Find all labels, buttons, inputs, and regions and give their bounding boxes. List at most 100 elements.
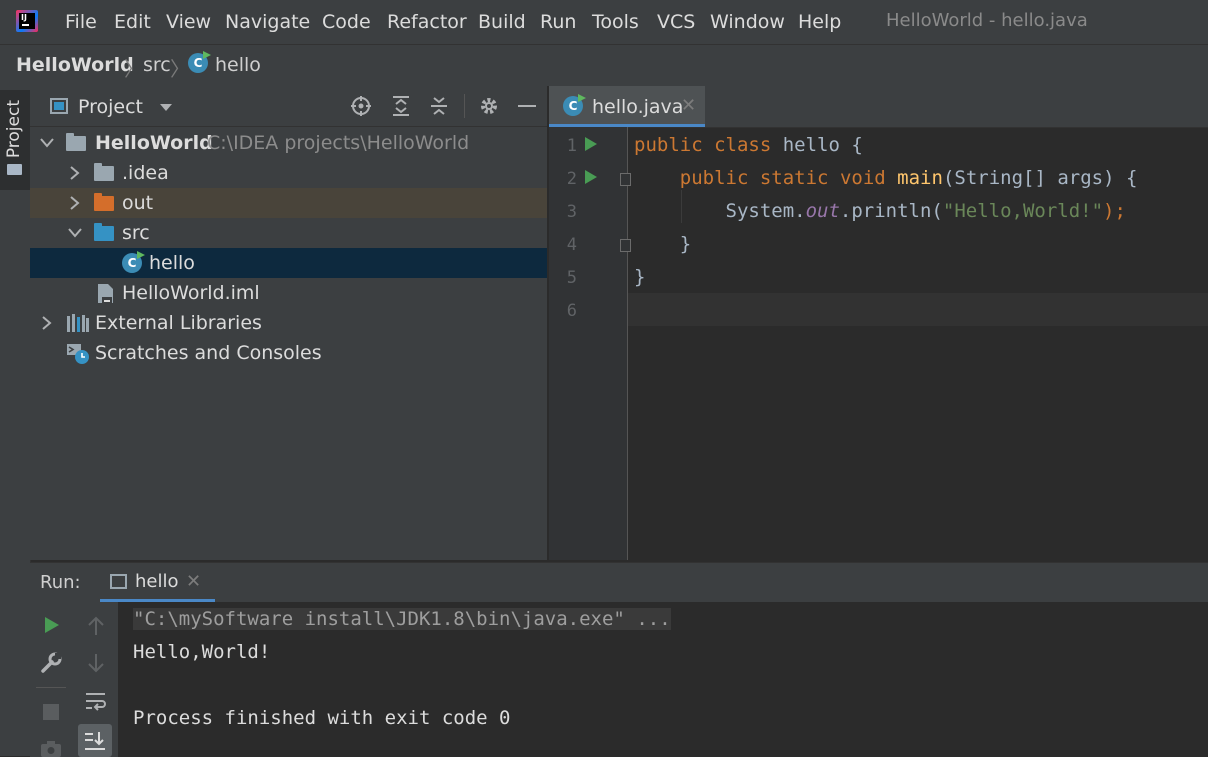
menu-edit[interactable]: Edit (114, 11, 151, 33)
project-view-icon (50, 98, 68, 114)
breadcrumb-hello[interactable]: hello (215, 54, 261, 76)
tree-row-scratches[interactable]: Scratches and Consoles (30, 338, 547, 368)
tree-row-external-libraries[interactable]: External Libraries (30, 308, 547, 338)
run-tab-hello[interactable]: hello ✕ (100, 563, 215, 602)
editor-tab-label: hello.java (592, 96, 684, 118)
menu-help[interactable]: Help (798, 11, 841, 33)
arrow-down-icon[interactable] (87, 653, 105, 673)
rerun-icon[interactable] (43, 616, 61, 634)
tree-row-src[interactable]: src (30, 218, 547, 248)
project-panel-title[interactable]: Project (78, 96, 143, 118)
menu-code[interactable]: Code (322, 11, 371, 33)
tree-row-iml[interactable]: HelloWorld.iml (30, 278, 547, 308)
excluded-folder-icon (94, 193, 114, 211)
run-panel-header: Run: hello ✕ (30, 563, 1208, 602)
libraries-icon (67, 314, 89, 332)
logo-text: IJ (21, 13, 27, 22)
project-path: C:\IDEA projects\HelloWorld (207, 132, 470, 154)
fold-icon[interactable] (620, 239, 631, 252)
menu-view[interactable]: View (166, 11, 211, 33)
chevron-down-icon[interactable] (68, 228, 82, 238)
code-line-3[interactable]: System.out.println("Hello,World!"); (634, 200, 1126, 222)
tree-row-project-root[interactable]: HelloWorld C:\IDEA projects\HelloWorld (30, 128, 547, 158)
tree-label: Scratches and Consoles (95, 342, 322, 364)
code-line-5[interactable]: } (634, 266, 645, 288)
menu-file[interactable]: File (65, 11, 97, 33)
menu-tools[interactable]: Tools (592, 11, 639, 33)
breadcrumb-separator-icon: 〉 (170, 57, 190, 81)
menu-run[interactable]: Run (540, 11, 576, 33)
scratches-icon (67, 344, 89, 364)
run-tab-label: hello (135, 571, 179, 592)
code-text: hello { (771, 134, 863, 156)
editor-tab-bar: C hello.java ✕ (549, 86, 1208, 128)
tree-row-hello[interactable]: C hello (30, 248, 547, 278)
code-text: ); (1103, 200, 1126, 222)
gear-icon[interactable] (478, 95, 500, 117)
run-panel-title: Run: (40, 572, 81, 593)
tree-label: .idea (122, 162, 169, 184)
fold-icon[interactable] (620, 173, 631, 186)
console-icon (110, 574, 127, 589)
code-line-4[interactable]: } (634, 233, 691, 255)
chevron-down-icon[interactable] (40, 138, 54, 148)
code-editor: C hello.java ✕ 1 2 3 4 5 6 public class … (549, 86, 1208, 560)
breadcrumb-project[interactable]: HelloWorld (16, 54, 134, 76)
wrench-icon[interactable] (40, 652, 62, 674)
code-keyword: void (839, 167, 886, 189)
toolbar-divider (36, 687, 66, 688)
chevron-right-icon[interactable] (42, 316, 52, 330)
project-panel-header: Project (30, 86, 547, 127)
minimize-icon[interactable] (516, 95, 538, 117)
module-folder-icon (66, 133, 86, 151)
java-class-icon: C (122, 253, 142, 273)
locate-icon[interactable] (350, 95, 372, 117)
run-gutter-icon[interactable] (585, 137, 597, 151)
code-keyword: class (714, 134, 772, 156)
arrow-up-icon[interactable] (87, 616, 105, 636)
source-folder-icon (94, 223, 114, 241)
run-gutter-icon[interactable] (585, 170, 597, 184)
menu-window[interactable]: Window (710, 11, 785, 33)
menu-navigate[interactable]: Navigate (225, 11, 310, 33)
close-icon[interactable]: ✕ (681, 95, 696, 116)
tree-label: out (122, 192, 154, 214)
expand-all-icon[interactable] (390, 95, 412, 117)
window-title: HelloWorld - hello.java (886, 10, 1088, 31)
code-text: .println( (839, 200, 943, 222)
console-output-line: Hello,World! (133, 641, 271, 663)
scroll-to-end-button[interactable] (78, 724, 112, 757)
project-panel: Project HelloWorld C:\IDEA projects\Hell… (30, 86, 547, 560)
tree-row-out[interactable]: out (30, 188, 547, 218)
tree-row-idea[interactable]: .idea (30, 158, 547, 188)
stop-icon[interactable] (42, 703, 60, 721)
code-line-1[interactable]: public class hello { (634, 134, 863, 156)
console-output[interactable]: "C:\mySoftware install\JDK1.8\bin\java.e… (118, 602, 1208, 757)
code-keyword: static (759, 167, 829, 189)
tree-label: HelloWorld.iml (122, 282, 260, 304)
tree-label: External Libraries (95, 312, 262, 334)
code-line-2[interactable]: public static void main(String[] args) { (634, 167, 1138, 189)
breadcrumb: HelloWorld 〉 src 〉 C hello (0, 45, 1208, 87)
tree-label: hello (149, 252, 195, 274)
chevron-right-icon[interactable] (70, 196, 80, 210)
project-stripe-label: Project (4, 100, 24, 159)
soft-wrap-icon[interactable] (85, 691, 107, 711)
toolbar-divider (464, 94, 465, 118)
camera-icon[interactable] (40, 740, 62, 757)
collapse-all-icon[interactable] (428, 95, 450, 117)
menu-refactor[interactable]: Refactor (387, 11, 467, 33)
line-number: 3 (566, 202, 577, 222)
editor-tab-hello-java[interactable]: C hello.java ✕ (549, 86, 705, 127)
breadcrumb-src[interactable]: src (143, 54, 171, 76)
code-text: System. (725, 200, 806, 222)
code-text: } (679, 233, 692, 255)
intellij-logo-icon[interactable]: IJ (16, 10, 38, 32)
tree-label: HelloWorld (95, 132, 213, 154)
menu-vcs[interactable]: VCS (657, 11, 695, 33)
close-icon[interactable]: ✕ (186, 571, 201, 592)
code-function: main (897, 167, 943, 189)
chevron-down-icon[interactable] (160, 104, 172, 111)
menu-build[interactable]: Build (478, 11, 526, 33)
chevron-right-icon[interactable] (70, 166, 80, 180)
